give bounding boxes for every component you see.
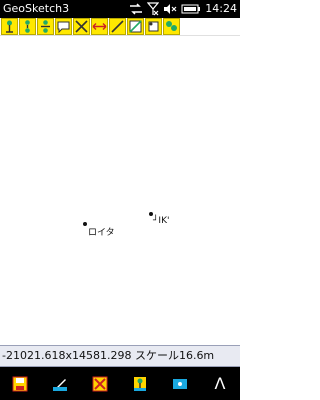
label-tool-icon[interactable]	[145, 18, 162, 35]
status-bar: GeoSketch3 14:24	[0, 0, 240, 18]
layers-tool-icon[interactable]	[163, 18, 180, 35]
add-point-icon[interactable]	[129, 373, 151, 395]
sync-icon	[129, 3, 143, 15]
erase-cross-icon[interactable]	[73, 18, 90, 35]
mute-icon	[163, 3, 177, 15]
save-icon[interactable]	[9, 373, 31, 395]
app-title[interactable]: GeoSketch3	[3, 2, 69, 16]
select-tool-icon[interactable]	[127, 18, 144, 35]
map-canvas[interactable]: ロイタ ┘IK'	[0, 36, 240, 345]
pin-tool-icon[interactable]	[1, 18, 18, 35]
note-icon[interactable]	[55, 18, 72, 35]
map-point-label: ┘IK'	[153, 216, 170, 226]
bottom-toolbar: Λ	[0, 367, 240, 400]
menu-caret[interactable]: Λ	[209, 373, 231, 395]
coordinate-readout: -21021.618x14581.298 スケール16.6m	[0, 345, 240, 367]
clock[interactable]: 14:24	[205, 2, 237, 16]
map-point-label: ロイタ	[88, 228, 115, 238]
battery-icon	[181, 4, 201, 14]
pen-icon[interactable]	[49, 373, 71, 395]
move-arrows-icon[interactable]	[91, 18, 108, 35]
toolbar	[0, 18, 240, 36]
status-icons: 14:24	[129, 1, 237, 17]
line-tool-icon[interactable]	[109, 18, 126, 35]
delete-icon[interactable]	[89, 373, 111, 395]
map-point[interactable]	[83, 222, 87, 226]
pin-multi-tool-icon[interactable]	[37, 18, 54, 35]
no-signal-icon	[147, 2, 160, 16]
point-mode-icon[interactable]	[169, 373, 191, 395]
pin-pair-tool-icon[interactable]	[19, 18, 36, 35]
